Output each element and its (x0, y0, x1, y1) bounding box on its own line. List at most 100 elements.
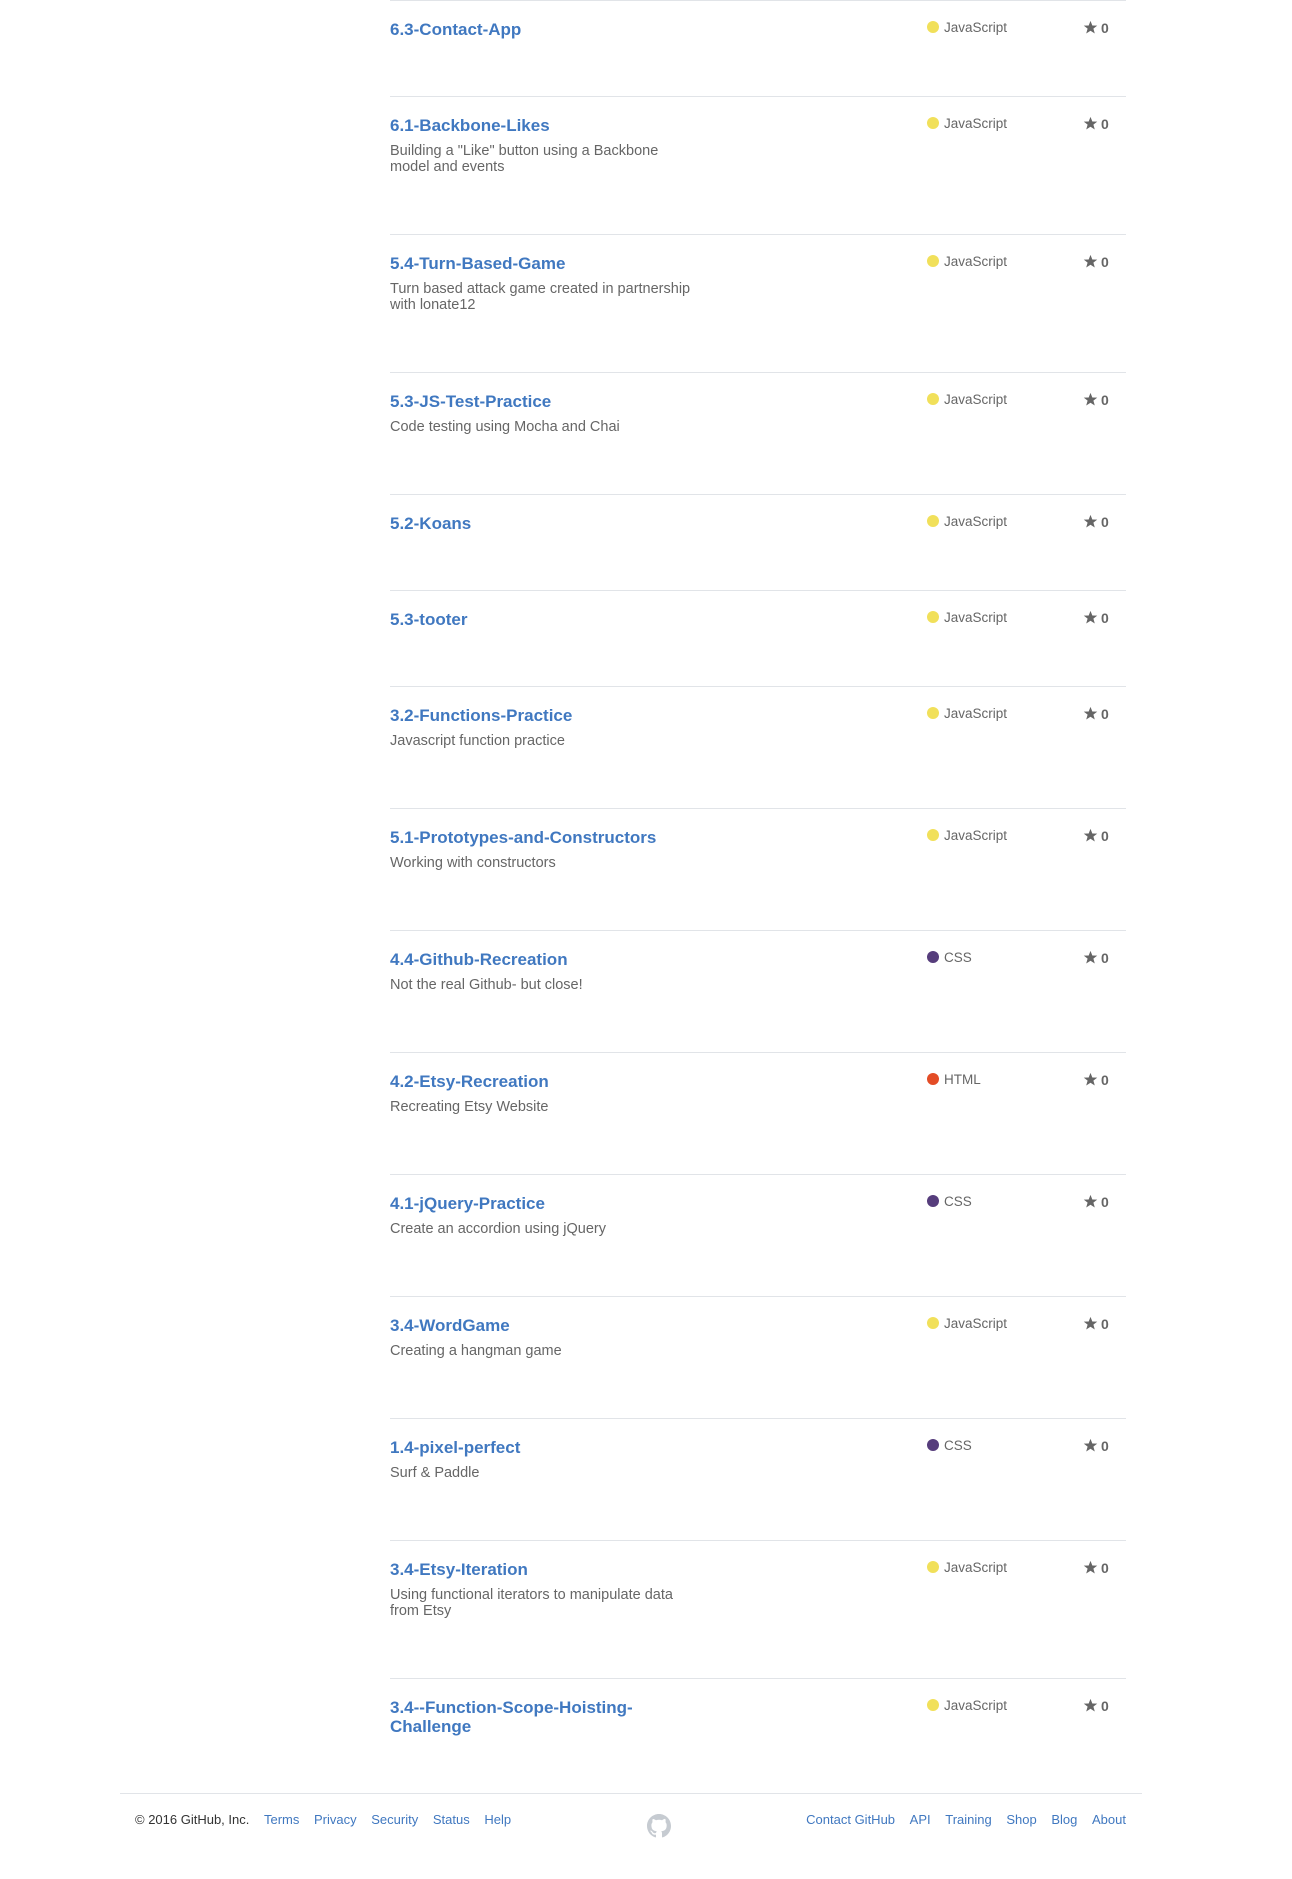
repo-stargazers-link[interactable]: 0 (1083, 391, 1109, 409)
repo-stargazers-link[interactable]: 0 (1083, 115, 1109, 133)
repo-stargazers-link[interactable]: 0 (1083, 609, 1109, 627)
star-count: 0 (1101, 610, 1109, 626)
repo-stargazers-link[interactable]: 0 (1083, 1071, 1109, 1089)
repo-name-link[interactable]: 3.4-Etsy-Iteration (390, 1560, 690, 1579)
repo-description: Javascript function practice (390, 733, 565, 749)
repo-stargazers-link[interactable]: 0 (1083, 253, 1109, 271)
star-icon (1083, 1698, 1098, 1712)
star-count: 0 (1101, 1072, 1109, 1088)
repo-language: JavaScript (927, 253, 1007, 271)
repo-list-item: 3.4-Etsy-Iteration Using functional itera… (390, 1540, 1126, 1679)
repo-name-link[interactable]: 6.3-Contact-App (390, 20, 690, 39)
star-count: 0 (1101, 116, 1109, 132)
footer-link-security[interactable]: Security (371, 1812, 418, 1827)
language-color-dot (927, 951, 939, 963)
repo-language: JavaScript (927, 827, 1007, 845)
repo-stargazers-link[interactable]: 0 (1083, 1697, 1109, 1715)
repo-stargazers-link[interactable]: 0 (1083, 1437, 1109, 1455)
repo-name-link[interactable]: 5.1-Prototypes-and-Constructors (390, 828, 690, 847)
language-color-dot (927, 611, 939, 623)
repo-description: Turn based attack game created in partne… (390, 281, 691, 313)
star-icon (1083, 706, 1098, 720)
footer-link-shop[interactable]: Shop (1006, 1812, 1036, 1827)
repo-stargazers-link[interactable]: 0 (1083, 513, 1109, 531)
repo-language-label: CSS (944, 1194, 972, 1209)
footer-link-help[interactable]: Help (484, 1812, 511, 1827)
footer-link-terms[interactable]: Terms (264, 1812, 299, 1827)
repo-name-link[interactable]: 4.1-jQuery-Practice (390, 1194, 690, 1213)
repo-list-item: 5.2-Koans JavaScript 0 (390, 494, 1126, 591)
repo-list-item: 5.3-JS-Test-Practice Code testing using M… (390, 372, 1126, 495)
repo-description: Recreating Etsy Website (390, 1099, 549, 1115)
repo-stargazers-link[interactable]: 0 (1083, 19, 1109, 37)
repo-name-link[interactable]: 4.4-Github-Recreation (390, 950, 690, 969)
footer-link-blog[interactable]: Blog (1051, 1812, 1077, 1827)
repo-stargazers-link[interactable]: 0 (1083, 1193, 1109, 1211)
repo-name-link[interactable]: 5.4-Turn-Based-Game (390, 254, 690, 273)
repo-language-label: JavaScript (944, 1560, 1008, 1575)
footer-link-contact[interactable]: Contact GitHub (806, 1812, 895, 1827)
repo-language: JavaScript (927, 1559, 1007, 1577)
language-color-dot (927, 1073, 939, 1085)
repo-name-link[interactable]: 5.3-JS-Test-Practice (390, 392, 690, 411)
repo-description: Surf & Paddle (390, 1465, 480, 1481)
repo-description: Using functional iterators to manipulate… (390, 1587, 673, 1619)
footer-link-about[interactable]: About (1092, 1812, 1126, 1827)
footer-left: © 2016 GitHub, Inc. Terms Privacy Securi… (135, 1812, 511, 1827)
footer-link-training[interactable]: Training (945, 1812, 991, 1827)
repo-stargazers-link[interactable]: 0 (1083, 949, 1109, 967)
repo-stargazers-link[interactable]: 0 (1083, 1559, 1109, 1577)
star-count: 0 (1101, 392, 1109, 408)
star-icon (1083, 828, 1098, 842)
repo-language-label: JavaScript (944, 254, 1008, 269)
repo-list-item: 6.1-Backbone-Likes Building a "Like" butt… (390, 96, 1126, 235)
repo-name-link[interactable]: 5.3-tooter (390, 610, 690, 629)
repo-name-link[interactable]: 6.1-Backbone-Likes (390, 116, 690, 135)
star-count: 0 (1101, 950, 1109, 966)
star-icon (1083, 116, 1098, 130)
star-count: 0 (1101, 1438, 1109, 1454)
footer-link-status[interactable]: Status (433, 1812, 470, 1827)
repo-language-label: CSS (944, 1438, 972, 1453)
repo-language: JavaScript (927, 1315, 1007, 1333)
github-octocat-icon[interactable] (647, 1814, 671, 1838)
repo-name-link[interactable]: 5.2-Koans (390, 514, 690, 533)
repo-stargazers-link[interactable]: 0 (1083, 1315, 1109, 1333)
repo-name-link[interactable]: 1.4-pixel-perfect (390, 1438, 690, 1457)
repo-list-item: 3.2-Functions-Practice Javascript functio… (390, 686, 1126, 809)
star-count: 0 (1101, 254, 1109, 270)
star-count: 0 (1101, 20, 1109, 36)
language-color-dot (927, 1561, 939, 1573)
star-count: 0 (1101, 706, 1109, 722)
repo-name-link[interactable]: 3.2-Functions-Practice (390, 706, 690, 725)
repo-language: HTML (927, 1071, 981, 1089)
repo-name-link[interactable]: 4.2-Etsy-Recreation (390, 1072, 690, 1091)
star-icon (1083, 1560, 1098, 1574)
repo-name-link[interactable]: 3.4--Function-Scope-Hoisting-Challenge (390, 1698, 690, 1736)
repo-description: Not the real Github- but close! (390, 977, 583, 993)
repo-language-label: JavaScript (944, 392, 1008, 407)
star-count: 0 (1101, 1698, 1109, 1714)
star-icon (1083, 392, 1098, 406)
repo-list-item: 5.4-Turn-Based-Game Turn based attack gam… (390, 234, 1126, 373)
star-icon (1083, 20, 1098, 34)
repo-stargazers-link[interactable]: 0 (1083, 827, 1109, 845)
star-count: 0 (1101, 828, 1109, 844)
repo-name-link[interactable]: 3.4-WordGame (390, 1316, 690, 1335)
repo-language: JavaScript (927, 609, 1007, 627)
repo-list-item: 3.4--Function-Scope-Hoisting-Challenge Ja… (390, 1678, 1126, 1789)
repo-list-item: 6.3-Contact-App JavaScript 0 (390, 0, 1126, 97)
repo-list-item: 4.2-Etsy-Recreation Recreating Etsy Websi… (390, 1052, 1126, 1175)
repo-language-label: JavaScript (944, 116, 1008, 131)
repo-language-label: JavaScript (944, 20, 1008, 35)
repo-list-item: 4.4-Github-Recreation Not the real Github… (390, 930, 1126, 1053)
language-color-dot (927, 1439, 939, 1451)
footer-link-api[interactable]: API (910, 1812, 931, 1827)
star-icon (1083, 950, 1098, 964)
repo-stargazers-link[interactable]: 0 (1083, 705, 1109, 723)
repo-language-label: JavaScript (944, 610, 1008, 625)
star-count: 0 (1101, 1316, 1109, 1332)
repo-language-label: JavaScript (944, 1316, 1008, 1331)
footer-link-privacy[interactable]: Privacy (314, 1812, 357, 1827)
footer-divider (120, 1793, 1142, 1794)
